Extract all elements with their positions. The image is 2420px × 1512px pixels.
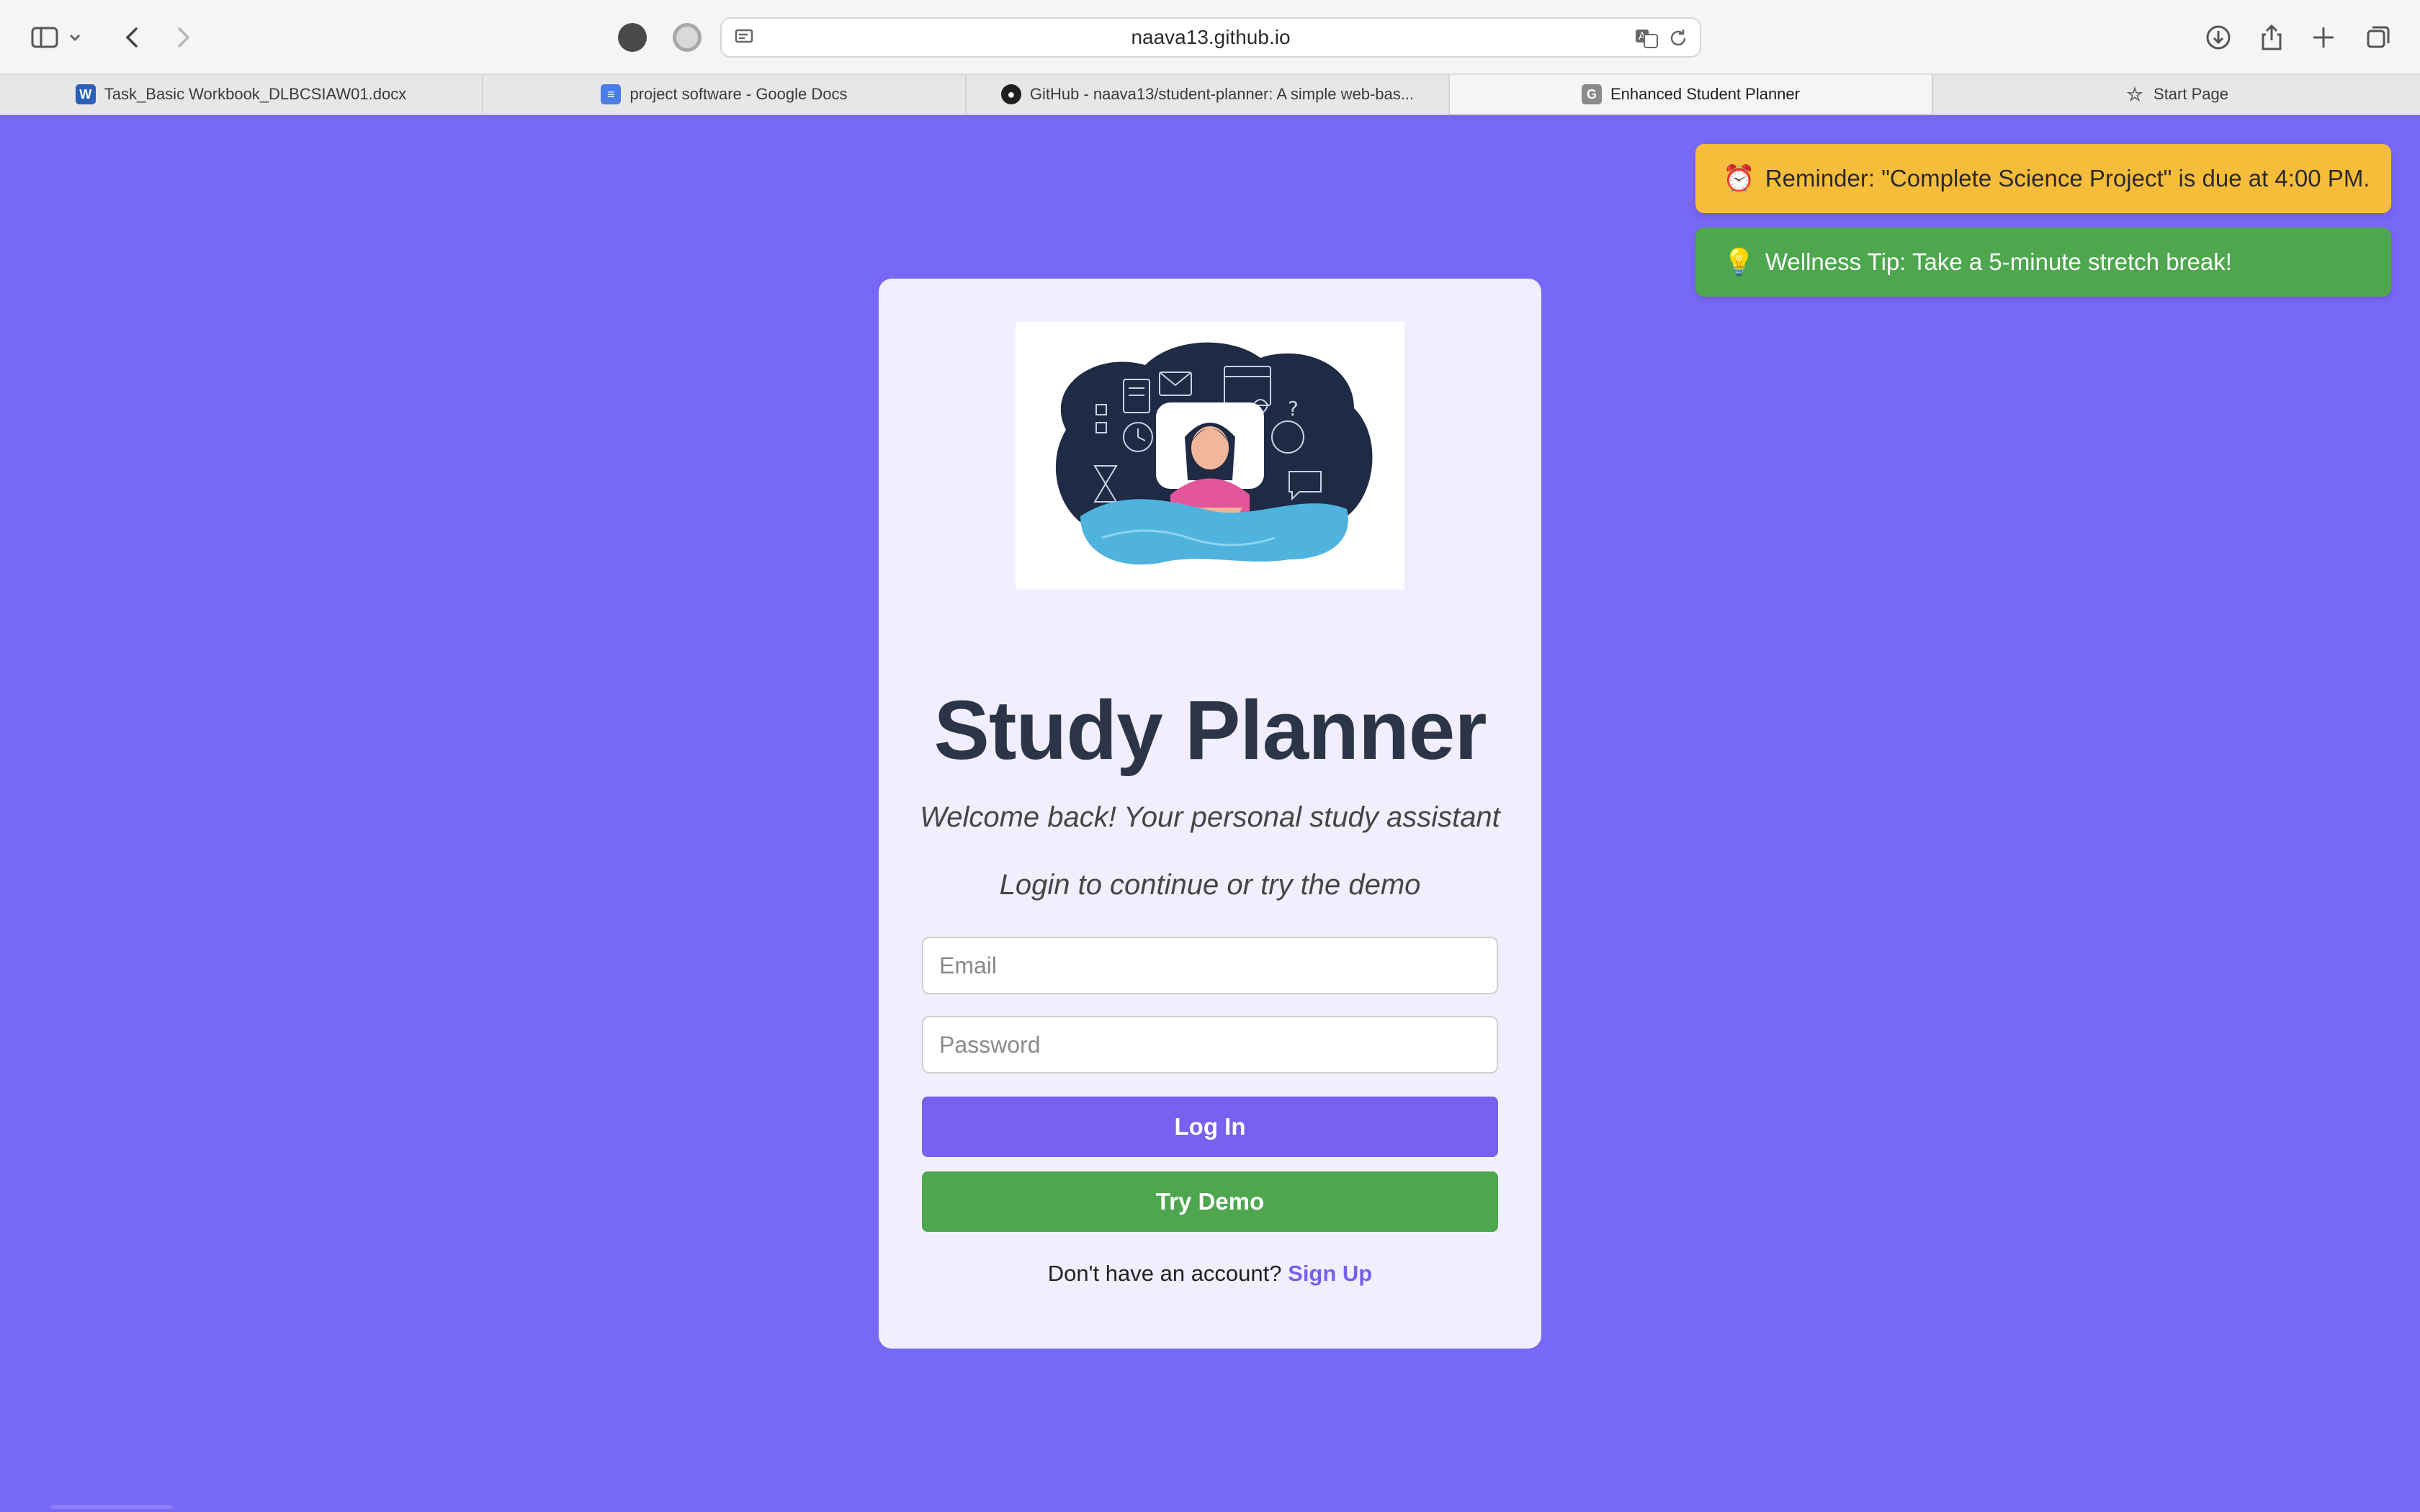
- reminder-notification: ⏰ Reminder: "Complete Science Project" i…: [1695, 144, 2391, 213]
- tab-label: Start Page: [2154, 85, 2228, 103]
- share-icon[interactable]: [2253, 19, 2290, 56]
- tab-overview-icon[interactable]: [2360, 19, 2397, 56]
- github-icon: ●: [1000, 84, 1021, 104]
- tab-label: GitHub - naava13/student-planner: A simp…: [1029, 85, 1415, 103]
- reminder-text: Reminder: "Complete Science Project" is …: [1765, 165, 2370, 192]
- email-field[interactable]: [922, 937, 1498, 994]
- try-demo-button[interactable]: Try Demo: [922, 1171, 1498, 1232]
- scroll-indicator: [50, 1505, 173, 1509]
- tab-word-document[interactable]: W Task_Basic Workbook_DLBCSIAW01.docx: [0, 75, 483, 114]
- welcome-subtitle: Welcome back! Your personal study assist…: [920, 801, 1500, 833]
- password-field[interactable]: [922, 1016, 1498, 1074]
- login-card: ? Study Planner Welcome back! Your perso…: [879, 279, 1541, 1349]
- tab-google-docs[interactable]: ≡ project software - Google Docs: [483, 75, 967, 114]
- page-title: Study Planner: [933, 683, 1487, 777]
- signup-text: Don't have an account?: [1047, 1261, 1282, 1286]
- extension-icon[interactable]: [618, 23, 647, 52]
- url-text[interactable]: naava13.github.io: [1131, 26, 1290, 49]
- forward-icon[interactable]: [164, 19, 202, 56]
- tab-label: project software - Google Docs: [629, 85, 848, 103]
- grammarly-icon[interactable]: [673, 23, 702, 52]
- wellness-notification: 💡 Wellness Tip: Take a 5-minute stretch …: [1695, 228, 2391, 297]
- study-illustration: ?: [1016, 322, 1404, 590]
- tab-bar: W Task_Basic Workbook_DLBCSIAW01.docx ≡ …: [0, 75, 2420, 115]
- google-docs-icon: ≡: [601, 84, 622, 104]
- reload-icon[interactable]: [1665, 25, 1691, 51]
- site-favicon-icon: G: [1582, 84, 1602, 104]
- sign-up-link[interactable]: Sign Up: [1288, 1261, 1372, 1286]
- tab-label: Task_Basic Workbook_DLBCSIAW01.docx: [104, 85, 407, 103]
- tab-github[interactable]: ● GitHub - naava13/student-planner: A si…: [967, 75, 1450, 114]
- back-icon[interactable]: [114, 19, 151, 56]
- login-prompt: Login to continue or try the demo: [999, 869, 1421, 901]
- signup-prompt: Don't have an account? Sign Up: [879, 1261, 1541, 1287]
- sidebar-toggle-icon[interactable]: [26, 19, 63, 56]
- tab-enhanced-student-planner[interactable]: G Enhanced Student Planner: [1450, 75, 1933, 114]
- page-settings-icon[interactable]: [732, 24, 758, 50]
- browser-toolbar: naava13.github.io A: [0, 0, 2420, 75]
- star-icon: ☆: [2126, 83, 2143, 105]
- translate-icon[interactable]: A: [1634, 25, 1659, 51]
- downloads-icon[interactable]: [2200, 19, 2237, 56]
- wellness-text: Wellness Tip: Take a 5-minute stretch br…: [1765, 248, 2232, 275]
- svg-text:?: ?: [1288, 397, 1299, 420]
- new-tab-icon[interactable]: [2305, 19, 2342, 56]
- tab-label: Enhanced Student Planner: [1610, 85, 1800, 103]
- chevron-down-icon[interactable]: [65, 19, 85, 56]
- light-bulb-icon: 💡: [1723, 247, 1755, 276]
- tab-start-page[interactable]: ☆ Start Page: [1933, 75, 2420, 114]
- address-bar[interactable]: naava13.github.io A: [720, 17, 1701, 58]
- word-doc-icon: W: [75, 84, 96, 104]
- login-button[interactable]: Log In: [922, 1097, 1498, 1157]
- alarm-clock-icon: ⏰: [1723, 163, 1755, 193]
